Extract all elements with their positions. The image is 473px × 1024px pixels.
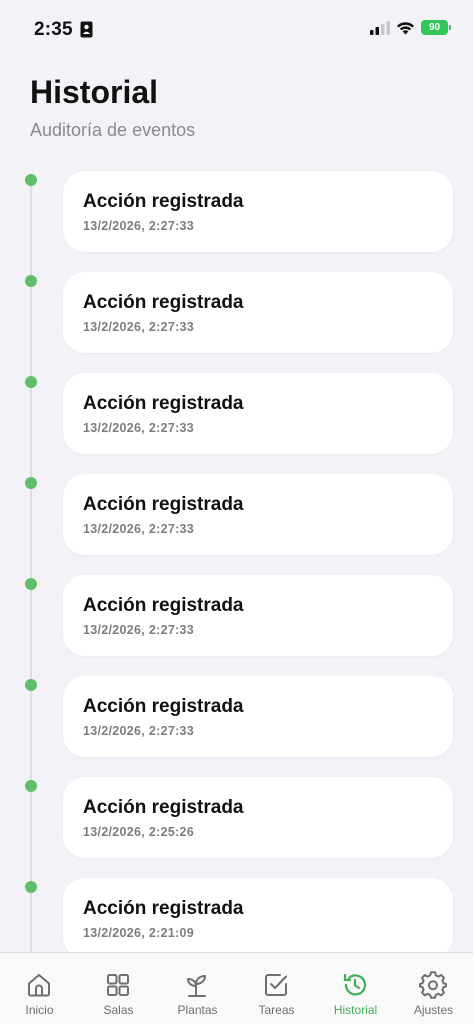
event-timestamp: 13/2/2026, 2:27:33	[83, 421, 195, 435]
timeline-item: Acción registrada 13/2/2026, 2:27:33	[0, 463, 473, 555]
timeline-item: Acción registrada 13/2/2026, 2:25:26	[0, 766, 473, 858]
timeline-dot	[25, 376, 37, 388]
tab-plantas[interactable]: Plantas	[158, 953, 237, 1024]
event-title: Acción registrada	[83, 494, 244, 515]
timeline-item: Acción registrada 13/2/2026, 2:27:33	[0, 261, 473, 353]
event-card[interactable]: Acción registrada 13/2/2026, 2:21:09	[63, 878, 453, 952]
event-card[interactable]: Acción registrada 13/2/2026, 2:25:26	[63, 777, 453, 858]
event-timestamp: 13/2/2026, 2:27:33	[83, 623, 195, 637]
tab-salas[interactable]: Salas	[79, 953, 158, 1024]
event-card[interactable]: Acción registrada 13/2/2026, 2:27:33	[63, 676, 453, 757]
event-title: Acción registrada	[83, 595, 244, 616]
grid-icon	[107, 974, 129, 996]
wifi-icon	[397, 21, 414, 34]
event-timestamp: 13/2/2026, 2:27:33	[83, 320, 195, 334]
tab-ajustes[interactable]: Ajustes	[394, 953, 473, 1024]
history-icon	[343, 973, 367, 996]
status-indicators: 90	[370, 20, 451, 35]
checkbox-icon	[265, 974, 287, 996]
timeline-dot	[25, 679, 37, 691]
event-timestamp: 13/2/2026, 2:27:33	[83, 219, 195, 233]
gear-icon	[419, 971, 447, 999]
timeline-dot	[25, 578, 37, 590]
timeline-dot	[25, 881, 37, 893]
timeline-item: Acción registrada 13/2/2026, 2:27:33	[0, 362, 473, 454]
event-timestamp: 13/2/2026, 2:21:09	[83, 926, 195, 940]
event-title: Acción registrada	[83, 191, 244, 212]
timeline-dot	[25, 477, 37, 489]
sprout-icon	[187, 975, 206, 997]
page-title: Historial	[30, 74, 159, 110]
battery-level: 90	[421, 20, 448, 35]
status-bar: 2:35 90	[0, 0, 473, 58]
tab-inicio[interactable]: Inicio	[0, 953, 79, 1024]
status-time: 2:35	[34, 19, 73, 40]
event-card[interactable]: Acción registrada 13/2/2026, 2:27:33	[63, 171, 453, 252]
event-timestamp: 13/2/2026, 2:27:33	[83, 522, 195, 536]
home-icon	[28, 974, 50, 997]
timeline-dot	[25, 275, 37, 287]
history-screen: 2:35 90 Historial Auditoría de eventos A…	[0, 0, 473, 1024]
page-subtitle: Auditoría de eventos	[30, 120, 196, 140]
tab-label: Inicio	[25, 1003, 54, 1017]
event-title: Acción registrada	[83, 797, 244, 818]
event-card[interactable]: Acción registrada 13/2/2026, 2:27:33	[63, 373, 453, 454]
battery-indicator: 90	[421, 20, 451, 35]
event-title: Acción registrada	[83, 393, 244, 414]
timeline-dot	[25, 174, 37, 186]
event-title: Acción registrada	[83, 292, 244, 313]
event-timestamp: 13/2/2026, 2:27:33	[83, 724, 195, 738]
event-card[interactable]: Acción registrada 13/2/2026, 2:27:33	[63, 272, 453, 353]
event-timestamp: 13/2/2026, 2:25:26	[83, 825, 195, 839]
tab-label: Historial	[333, 1003, 378, 1017]
tab-label: Salas	[103, 1003, 134, 1017]
battery-tip	[449, 25, 451, 30]
timeline-item: Acción registrada 13/2/2026, 2:27:33	[0, 564, 473, 656]
tab-bar: Inicio Salas Plantas Tareas Historial Aj…	[0, 952, 473, 1024]
signal-icon	[370, 20, 390, 35]
event-timeline[interactable]: Acción registrada 13/2/2026, 2:27:33 Acc…	[0, 160, 473, 952]
id-badge-icon	[80, 21, 93, 38]
tab-label: Tareas	[258, 1003, 295, 1017]
tab-historial[interactable]: Historial	[316, 953, 395, 1024]
event-title: Acción registrada	[83, 898, 244, 919]
tab-tareas[interactable]: Tareas	[237, 953, 316, 1024]
event-title: Acción registrada	[83, 696, 244, 717]
timeline-dot	[25, 780, 37, 792]
event-card[interactable]: Acción registrada 13/2/2026, 2:27:33	[63, 474, 453, 555]
tab-label: Ajustes	[413, 1003, 454, 1017]
tab-label: Plantas	[177, 1003, 218, 1017]
timeline-item: Acción registrada 13/2/2026, 2:27:33	[0, 665, 473, 757]
timeline-item: Acción registrada 13/2/2026, 2:27:33	[0, 160, 473, 252]
event-card[interactable]: Acción registrada 13/2/2026, 2:27:33	[63, 575, 453, 656]
timeline-item: Acción registrada 13/2/2026, 2:21:09	[0, 867, 473, 952]
